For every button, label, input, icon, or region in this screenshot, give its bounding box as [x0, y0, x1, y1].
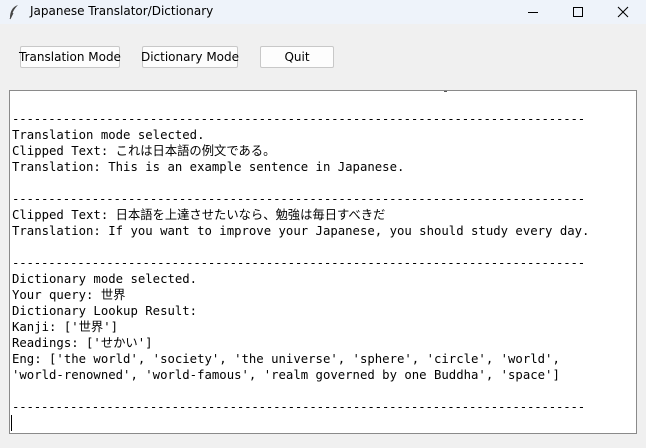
output-line: Translation: This is an example sentence…: [12, 160, 405, 174]
window-title: Japanese Translator/Dictionary: [30, 4, 214, 18]
close-button[interactable]: [600, 0, 646, 24]
output-line: Translation: If you want to improve your…: [12, 224, 590, 238]
separator-line: ----------------------------------------…: [12, 192, 586, 206]
output-line: Eng: ['the world', 'society', 'the unive…: [12, 352, 560, 366]
scroll-remnant: [444, 91, 447, 92]
separator-line: ----------------------------------------…: [12, 112, 586, 126]
separator-line: ----------------------------------------…: [12, 256, 586, 270]
title-bar: Japanese Translator/Dictionary: [0, 0, 646, 24]
output-line: Translation mode selected.: [12, 128, 205, 142]
minimize-icon: [528, 11, 538, 13]
dictionary-mode-button[interactable]: Dictionary Mode: [141, 46, 239, 68]
quit-button[interactable]: Quit: [260, 46, 334, 68]
close-icon: [617, 6, 629, 18]
output-line: Readings: ['せかい']: [12, 336, 153, 350]
translation-mode-button[interactable]: Translation Mode: [19, 46, 121, 68]
maximize-icon: [573, 7, 583, 17]
output-line: 'world-renowned', 'world-famous', 'realm…: [12, 368, 560, 382]
maximize-button[interactable]: [555, 0, 601, 24]
output-line: Dictionary mode selected.: [12, 272, 198, 286]
output-line: Kanji: ['世界']: [12, 320, 119, 334]
output-line: Clipped Text: 日本語を上達させたいなら、勉強は毎日すべきだ: [12, 208, 386, 222]
text-cursor: [11, 415, 12, 431]
feather-icon: [9, 5, 18, 20]
separator-line: ----------------------------------------…: [12, 400, 586, 414]
output-text-area[interactable]: ----------------------------------------…: [9, 90, 637, 434]
output-line: Clipped Text: これは日本語の例文である。: [12, 144, 276, 158]
output-line: Your query: 世界: [12, 288, 126, 302]
minimize-button[interactable]: [510, 0, 556, 24]
output-line: Dictionary Lookup Result:: [12, 304, 198, 318]
